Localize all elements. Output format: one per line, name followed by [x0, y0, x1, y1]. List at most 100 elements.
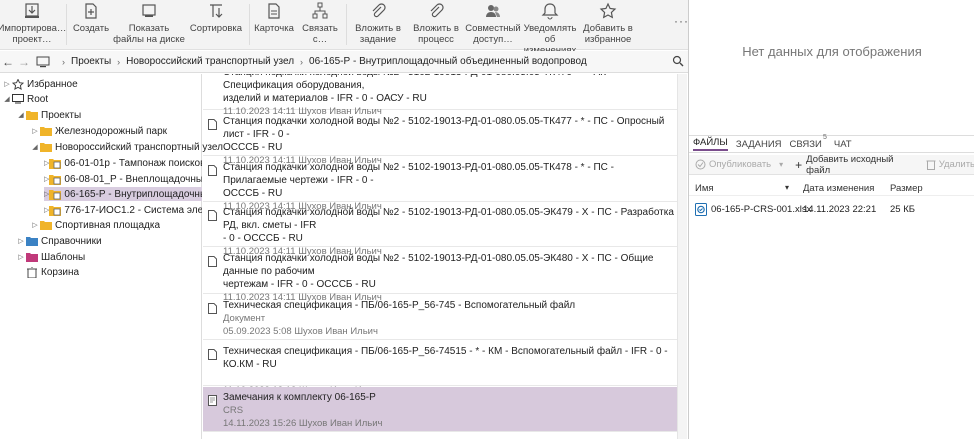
- more-button[interactable]: ···: [674, 14, 689, 28]
- attach-process-button[interactable]: Вложить в процесс: [407, 0, 465, 49]
- tree-item-label: 06-01-01р - Тампонаж поисково…: [64, 157, 202, 169]
- tab-links-label: СВЯЗИ: [789, 138, 822, 150]
- file-size: 25 КБ: [890, 204, 915, 215]
- tree-item-references[interactable]: ▷ Справочники: [16, 234, 102, 248]
- list-item[interactable]: Станция подкачки холодной воды №2 - 5102…: [203, 248, 677, 303]
- list-item[interactable]: Станция подкачки холодной воды №2 - 5102…: [203, 203, 677, 257]
- folder-icon: [40, 220, 52, 230]
- link-label: Связать с…: [302, 23, 338, 45]
- list-item-title: Техническая спецификация - ПБ/06-165-Р_5…: [223, 346, 668, 370]
- column-size[interactable]: Размер: [890, 183, 923, 194]
- chevron-down-icon[interactable]: ▾: [779, 160, 783, 169]
- chevron-down-icon[interactable]: ◢: [2, 95, 12, 103]
- list-item-meta: 05.09.2023 5:08 Шухов Иван Ильич: [223, 326, 378, 337]
- add-favorite-button[interactable]: Добавить в избранное: [579, 0, 637, 49]
- details-tabs: ФАЙЛЫ ЗАДАНИЯ СВЯЗИ 5 ЧАТ: [689, 134, 974, 153]
- list-item[interactable]: Станция подкачки холодной воды №2 - 5102…: [203, 74, 677, 117]
- computer-icon: [12, 94, 24, 104]
- breadcrumb-item[interactable]: Проекты: [71, 56, 111, 67]
- tab-tasks[interactable]: ЗАДАНИЯ: [736, 139, 782, 150]
- tab-chat[interactable]: ЧАТ: [834, 139, 852, 150]
- attach-task-label: Вложить в задание: [355, 23, 401, 45]
- list-item[interactable]: Станция подкачки холодной воды №2 - 5102…: [203, 157, 677, 212]
- card-button[interactable]: Карточка: [252, 0, 296, 49]
- tree-item-label: Шаблоны: [41, 251, 86, 263]
- tree-item-projects[interactable]: ◢ Проекты: [16, 108, 81, 122]
- tree-item-trash[interactable]: Корзина: [16, 265, 79, 279]
- back-arrow-icon[interactable]: ←: [0, 55, 16, 69]
- tree-item-label: Проекты: [41, 109, 82, 121]
- folder-icon: [26, 110, 38, 120]
- breadcrumb-item[interactable]: 06-165-Р - Внутриплощадочный объединенны…: [309, 56, 587, 67]
- attach-task-button[interactable]: Вложить в задание: [349, 0, 407, 49]
- tree-item-project-4[interactable]: ▷ 776-17-ИОС1.2 - Система электр…: [44, 203, 202, 217]
- tree-item-project-1[interactable]: ▷ 06-01-01р - Тампонаж поисково…: [44, 156, 202, 170]
- list-item[interactable]: Техническая спецификация - ПБ/06-165-Р_5…: [203, 295, 677, 340]
- list-scrollbar[interactable]: [677, 74, 687, 439]
- tree-item-label: Root: [27, 93, 49, 105]
- search-icon[interactable]: [672, 55, 684, 70]
- link-button[interactable]: Связать с…: [296, 0, 344, 49]
- create-label: Создать: [72, 23, 110, 34]
- show-files-button[interactable]: Показать файлы на диске: [113, 0, 185, 49]
- delete-button[interactable]: Удалить: [926, 159, 974, 170]
- chevron-right-icon[interactable]: ▷: [16, 253, 26, 261]
- tree-item-project-3[interactable]: ▷ 06-165-Р - Внутриплощадочный…: [44, 187, 202, 201]
- create-icon: [82, 2, 100, 20]
- tree-item-novorossiysk[interactable]: ◢ Новороссийский транспортный узел: [30, 140, 223, 154]
- list-item[interactable]: Станция подкачки холодной воды №2 - 5102…: [203, 111, 677, 166]
- card-label: Карточка: [254, 23, 294, 34]
- project-icon: [49, 189, 62, 200]
- tab-links[interactable]: СВЯЗИ 5: [789, 134, 827, 150]
- chevron-down-icon[interactable]: ◢: [16, 111, 26, 119]
- remarks-icon: [208, 395, 217, 406]
- import-project-button[interactable]: Импортирова… проект…: [0, 0, 66, 49]
- empty-state-text: Нет данных для отображения: [742, 44, 922, 59]
- tree-item-favorites[interactable]: ▷ Избранное: [2, 77, 78, 91]
- share-button[interactable]: Совместный доступ…: [465, 0, 521, 49]
- breadcrumb-item[interactable]: Новороссийский транспортный узел: [126, 56, 294, 67]
- document-list: Станция подкачки холодной воды №2 - 5102…: [203, 74, 677, 439]
- forward-arrow-icon[interactable]: →: [16, 55, 32, 69]
- tree-item-sports-ground[interactable]: ▷ Спортивная площадка: [30, 218, 160, 232]
- bell-icon: [541, 2, 559, 20]
- publish-button[interactable]: Опубликовать ▾: [695, 159, 783, 170]
- column-name[interactable]: Имя: [695, 183, 714, 194]
- add-source-file-button[interactable]: + Добавить исходный файл: [795, 154, 916, 176]
- sort-button[interactable]: Сортировка: [185, 0, 247, 49]
- document-icon: [208, 210, 217, 221]
- tree-item-label: Справочники: [41, 235, 102, 247]
- chevron-right-icon[interactable]: ▷: [30, 127, 40, 135]
- tree-item-root[interactable]: ◢ Root: [2, 92, 48, 106]
- file-modified: 14.11.2023 22:21: [803, 204, 877, 215]
- column-modified[interactable]: Дата изменения: [803, 183, 874, 194]
- add-favorite-label: Добавить в избранное: [583, 23, 633, 45]
- attach-task-icon: [369, 2, 387, 20]
- list-item-title: Техническая спецификация - ПБ/06-165-Р_5…: [223, 300, 576, 311]
- tree-item-templates[interactable]: ▷ Шаблоны: [16, 250, 85, 264]
- table-row[interactable]: 06-165-Р-CRS-001.xlsx 14.11.2023 22:21 2…: [689, 200, 974, 220]
- toolbar-divider: [249, 4, 250, 45]
- create-button[interactable]: Создать: [69, 0, 113, 49]
- list-item-title-cont: ОСССБ - RU: [223, 142, 283, 153]
- chevron-right-icon[interactable]: ▷: [30, 221, 40, 229]
- list-item-type: CRS: [223, 405, 244, 416]
- star-icon: [599, 2, 617, 20]
- tree-item-label: Корзина: [41, 266, 80, 278]
- project-icon: [49, 158, 62, 169]
- list-item-title: Станция подкачки холодной воды №2 - 5102…: [223, 116, 665, 140]
- sort-chevron-icon[interactable]: ▾: [785, 183, 789, 192]
- list-item-title: Замечания к комплекту 06-165-Р: [223, 392, 376, 403]
- chevron-right-icon[interactable]: ▷: [16, 237, 26, 245]
- share-label: Совместный доступ…: [465, 23, 521, 45]
- tab-files[interactable]: ФАЙЛЫ: [693, 137, 728, 151]
- chevron-right-icon[interactable]: ▷: [2, 80, 12, 88]
- tree-item-railway-park[interactable]: ▷ Железнодорожный парк: [30, 124, 167, 138]
- list-item[interactable]: Техническая спецификация - ПБ/06-165-Р_5…: [203, 341, 677, 396]
- trash-icon: [26, 266, 38, 279]
- notify-button[interactable]: Уведомлять об изменениях: [521, 0, 579, 56]
- tree-item-project-2[interactable]: ▷ 06-08-01_Р - Внеплощадочный х…: [44, 172, 202, 186]
- link-icon: [311, 2, 329, 20]
- chevron-down-icon[interactable]: ◢: [30, 143, 40, 151]
- list-item[interactable]: Замечания к комплекту 06-165-Р CRS 14.11…: [203, 387, 677, 432]
